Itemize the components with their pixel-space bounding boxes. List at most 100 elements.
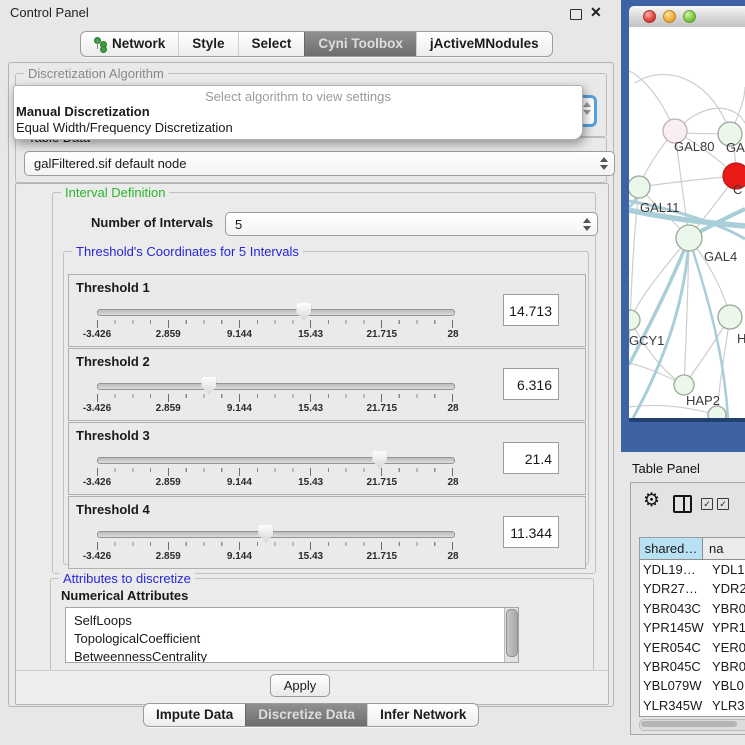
table-data-group: Table Data galFiltered.sif default node	[15, 137, 607, 183]
node-label: C	[733, 182, 742, 197]
scrollbar-thumb[interactable]	[641, 721, 737, 727]
table-row[interactable]: YER054CYER0	[640, 638, 745, 657]
table-row[interactable]: YBR045CYBR0	[640, 657, 745, 676]
interval-definition-group-title: Interval Definition	[61, 185, 169, 200]
tick-label: 21.715	[367, 551, 398, 562]
float-window-icon[interactable]	[570, 9, 582, 20]
slider-handle[interactable]	[372, 451, 387, 469]
table-header-row: shared… na	[640, 538, 745, 560]
node-label: GAL11	[640, 200, 680, 215]
table-row[interactable]: YDR27…YDR2	[640, 579, 745, 598]
control-panel-title: Control Panel	[10, 5, 89, 20]
tab-network[interactable]: Network	[81, 32, 178, 56]
threshold-slider[interactable]	[97, 531, 455, 538]
tick-label: 28	[447, 403, 458, 414]
tick-label: 28	[447, 329, 458, 340]
tab-select[interactable]: Select	[238, 32, 305, 56]
tab-discretize-data[interactable]: Discretize Data	[245, 704, 367, 726]
network-node-gcy1[interactable]	[629, 310, 640, 330]
table-row[interactable]: YPR145WYPR1	[640, 618, 745, 637]
threshold-box-2: Threshold 2-3.4262.8599.14415.4321.71528…	[68, 348, 586, 421]
close-traffic-light-icon[interactable]	[643, 10, 656, 23]
threshold-value-field[interactable]: 14.713	[503, 294, 559, 326]
node-label: GA	[726, 140, 745, 155]
network-tree-icon	[94, 37, 107, 51]
tick-label: 2.859	[156, 477, 181, 488]
threshold-slider[interactable]	[97, 457, 455, 464]
table-row[interactable]: YDL19…YDL1	[640, 560, 745, 579]
combo-down-arrow-icon	[583, 110, 591, 115]
network-node-hap2[interactable]	[674, 375, 694, 395]
network-node-gal11[interactable]	[629, 176, 650, 198]
tick-label: 28	[447, 551, 458, 562]
apply-button[interactable]: Apply	[270, 674, 330, 697]
attribute-list-item[interactable]: BetweennessCentrality	[66, 648, 518, 663]
slider-handle[interactable]	[296, 303, 311, 321]
tab-impute-data[interactable]: Impute Data	[144, 704, 245, 726]
combo-down-arrow-icon	[600, 165, 608, 170]
interval-definition-group: Interval Definition Number of Intervals …	[52, 192, 596, 574]
cyni-bottom-tabbar: Impute Data Discretize Data Infer Networ…	[143, 703, 479, 727]
tick-label: -3.426	[83, 403, 111, 414]
checkbox-icon[interactable]: ✓	[701, 498, 713, 510]
threshold-slider[interactable]	[97, 383, 455, 390]
threshold-value-field[interactable]: 11.344	[503, 516, 559, 548]
network-window-titlebar[interactable]	[629, 6, 745, 28]
threshold-label: Threshold 1	[76, 280, 150, 295]
number-of-intervals-combobox[interactable]: 5	[225, 212, 598, 236]
network-node-h[interactable]	[718, 305, 742, 329]
network-view-window: GAL80GACGAL11GAL4GCY1HHAP2	[621, 0, 745, 452]
split-column-icon[interactable]	[673, 495, 692, 513]
close-icon[interactable]: ✕	[590, 4, 602, 21]
table-row[interactable]: YBL079WYBL0	[640, 676, 745, 695]
scrollbar-thumb[interactable]	[506, 609, 518, 657]
network-canvas[interactable]: GAL80GACGAL11GAL4GCY1HHAP2	[629, 27, 745, 418]
zoom-traffic-light-icon[interactable]	[683, 10, 696, 23]
attribute-list-item[interactable]: TopologicalCoefficient	[66, 630, 518, 648]
threshold-label: Threshold 3	[76, 428, 150, 443]
network-node[interactable]	[708, 406, 726, 418]
tick-label: 2.859	[156, 403, 181, 414]
table-row[interactable]: YIL053CYIL0	[640, 715, 745, 717]
table-row[interactable]: YLR345WYLR3	[640, 696, 745, 715]
table-row[interactable]: YBR043CYBR0	[640, 599, 745, 618]
tab-cyni-toolbox[interactable]: Cyni Toolbox	[304, 32, 416, 56]
network-window-frame-edge	[629, 418, 745, 422]
table-data-combobox[interactable]: galFiltered.sif default node	[24, 151, 615, 176]
threshold-value-field[interactable]: 21.4	[503, 442, 559, 474]
tab-infer-network[interactable]: Infer Network	[367, 704, 478, 726]
threshold-slider[interactable]	[97, 309, 455, 316]
cyni-toolbox-panel: Discretization Algorithm Select algorith…	[8, 62, 614, 707]
network-graph: GAL80GACGAL11GAL4GCY1HHAP2	[629, 27, 745, 418]
threshold-box-1: Threshold 1-3.4262.8599.14415.4321.71528…	[68, 274, 586, 347]
table-horizontal-scrollbar[interactable]	[639, 719, 745, 731]
tick-label: 15.43	[298, 477, 323, 488]
numerical-attributes-label: Numerical Attributes	[61, 588, 188, 603]
thresholds-group: Threshold's Coordinates for 5 Intervals …	[63, 251, 589, 565]
column-header-shared-name[interactable]: shared…	[640, 538, 703, 559]
tick-label: -3.426	[83, 329, 111, 340]
tab-jactivemnodules[interactable]: jActiveMNodules	[416, 32, 552, 56]
column-header-name[interactable]: na	[703, 538, 745, 559]
threshold-label: Threshold 4	[76, 502, 150, 517]
slider-handle[interactable]	[201, 377, 216, 395]
attributes-scrollbar[interactable]	[504, 608, 518, 662]
algorithm-option-equal-width[interactable]: Equal Width/Frequency Discretization	[14, 120, 582, 136]
tab-style[interactable]: Style	[178, 32, 237, 56]
gear-icon[interactable]: ⚙	[643, 491, 660, 510]
node-label: H	[737, 331, 745, 346]
network-node-gal4[interactable]	[676, 225, 702, 251]
tick-label: 21.715	[367, 477, 398, 488]
threshold-box-4: Threshold 4-3.4262.8599.14415.4321.71528…	[68, 496, 586, 569]
combo-up-arrow-icon	[583, 102, 591, 107]
control-panel-titlebar: Control Panel ✕	[0, 0, 620, 26]
tick-label: 9.144	[227, 477, 252, 488]
checkbox-icon[interactable]: ✓	[717, 498, 729, 510]
algorithm-option-manual[interactable]: Manual Discretization	[14, 104, 582, 120]
threshold-value-field[interactable]: 6.316	[503, 368, 559, 400]
attribute-list-item[interactable]: SelfLoops	[66, 612, 518, 630]
attributes-group: Attributes to discretize Numerical Attri…	[50, 578, 594, 672]
slider-handle[interactable]	[258, 525, 273, 543]
minimize-traffic-light-icon[interactable]	[663, 10, 676, 23]
tick-label: 21.715	[367, 403, 398, 414]
